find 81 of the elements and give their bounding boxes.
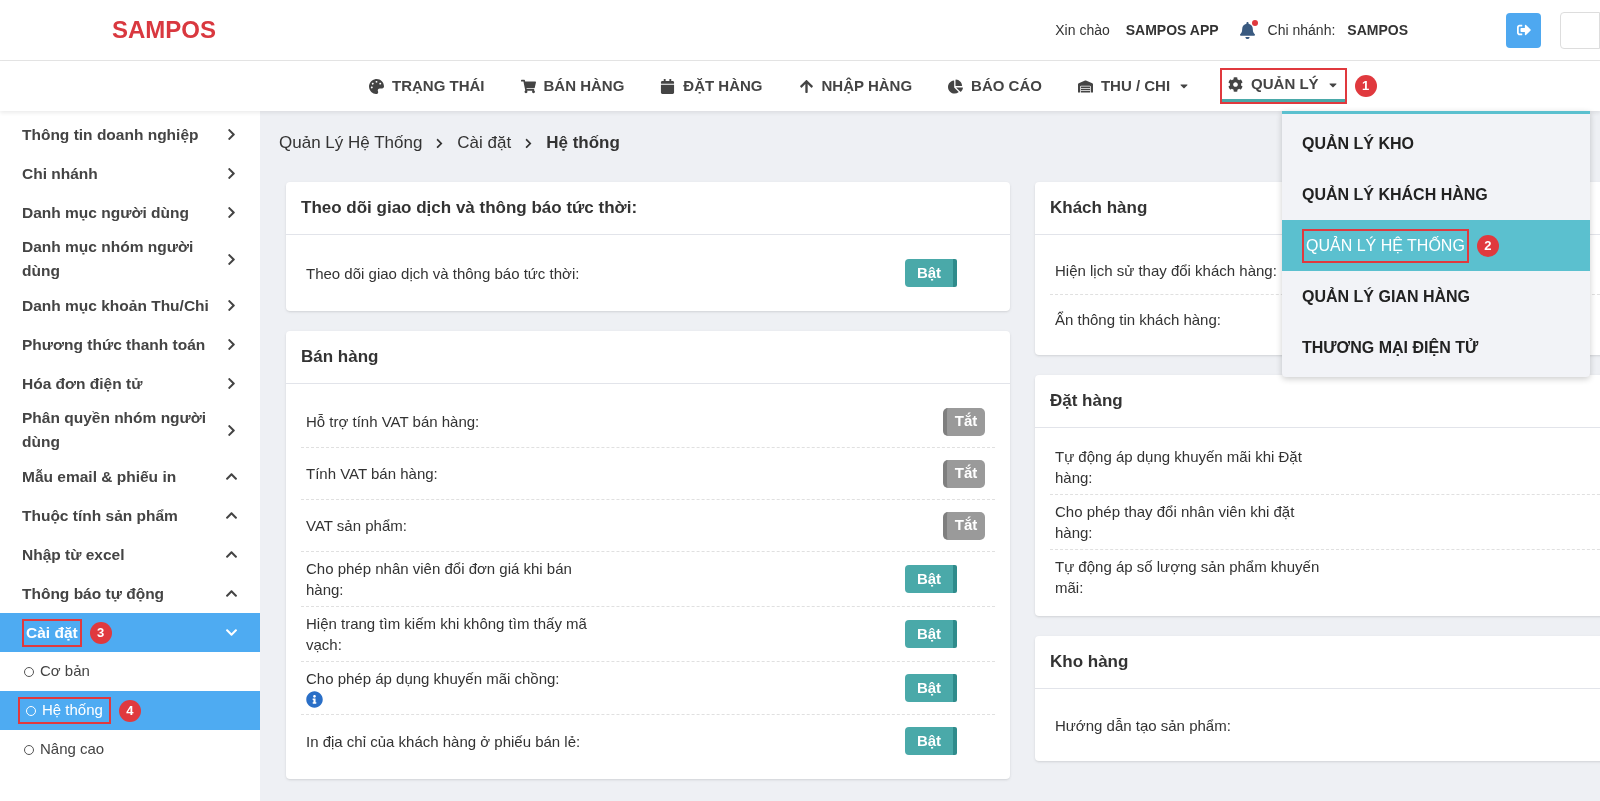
branch-label: Chi nhánh: — [1267, 20, 1336, 40]
calendar-icon — [660, 78, 676, 94]
breadcrumb-item[interactable]: Quản Lý Hệ Thống — [279, 130, 423, 156]
setting-label: Tự động áp số lượng sản phẩm khuyến mãi: — [1054, 557, 1320, 598]
setting-label: Cho phép áp dụng khuyến mãi chồng: — [306, 669, 561, 689]
sidebar-item[interactable]: Thuộc tính sản phẩm — [0, 496, 260, 535]
dropdown-item[interactable]: THƯƠNG MẠI ĐIỆN TỬ — [1282, 322, 1590, 373]
sidebar-item[interactable]: Nhập từ excel — [0, 535, 260, 574]
setting-label: Hỗ trợ tính VAT bán hàng: — [306, 412, 481, 432]
chevron-icon — [225, 587, 238, 600]
pie-chart-icon — [948, 78, 964, 94]
cart-icon — [520, 78, 536, 94]
nav-tab[interactable]: THU / CHI — [1071, 70, 1197, 102]
callout-badge: 4 — [118, 699, 141, 722]
setting-label: Ẩn thông tin khách hàng: — [1054, 309, 1222, 330]
chevron-icon — [225, 423, 238, 437]
breadcrumb-item: Hệ thống — [546, 132, 620, 155]
card-title: Bán hàng — [286, 331, 1010, 384]
setting-label: Hiện trang tìm kiếm khi không tìm thấy mã vạch: — [306, 614, 588, 655]
chevron-icon — [225, 470, 238, 483]
dropdown-item[interactable]: QUẢN LÝ GIAN HÀNG — [1282, 271, 1590, 322]
gear-icon — [1228, 77, 1244, 92]
dropdown-item[interactable]: QUẢN LÝ KHO — [1282, 118, 1590, 169]
nav-tab[interactable]: TRẠNG THÁI — [363, 70, 491, 102]
sidebar-item[interactable]: Danh mục người dùng — [0, 193, 260, 232]
logout-button[interactable] — [1506, 12, 1541, 48]
setting-label: Cho phép nhân viên đổi đơn giá khi bán hàng: — [306, 559, 573, 600]
sidebar-item[interactable]: Phương thức thanh toán — [0, 325, 260, 364]
chevron-icon — [225, 206, 238, 219]
setting-label: Theo dõi giao dịch và thông báo tức thời: — [306, 263, 581, 284]
sidebar-subitem[interactable]: Hệ thống 4 — [0, 691, 260, 730]
setting-label: Cho phép thay đổi nhân viên khi đặt hàng: — [1054, 502, 1296, 543]
dropdown-item[interactable]: QUẢN LÝ HỆ THỐNG 2 — [1282, 220, 1590, 271]
nav-tab[interactable]: ĐẶT HÀNG — [654, 70, 769, 102]
chevron-icon — [225, 548, 238, 561]
chevron-icon — [225, 338, 238, 351]
sidebar-item[interactable]: Thông báo tự động — [0, 574, 260, 613]
callout-badge: 3 — [89, 621, 112, 644]
setting-label: Hướng dẫn tạo sản phẩm: — [1054, 715, 1232, 736]
info-icon[interactable] — [306, 691, 323, 708]
chevron-icon — [225, 128, 238, 141]
nav-tab[interactable]: BÁN HÀNG — [514, 70, 631, 102]
chevron-icon — [225, 252, 238, 266]
sidebar-subitem[interactable]: Nâng cao — [0, 730, 260, 769]
palette-icon — [369, 78, 384, 94]
breadcrumb-item[interactable]: Cài đặt — [457, 130, 512, 156]
sidebar-item[interactable]: Mẫu email & phiếu in — [0, 457, 260, 496]
sidebar-subitem[interactable]: Cơ bản — [0, 652, 260, 691]
sidebar-item[interactable]: Thông tin doanh nghiệp — [0, 115, 260, 154]
setting-label: Tính VAT bán hàng: — [306, 464, 439, 484]
setting-label: In địa chỉ của khách hàng ở phiếu bán lẻ: — [306, 731, 582, 752]
sidebar-item[interactable]: Danh mục nhóm người dùng — [0, 232, 260, 286]
sidebar-item[interactable]: Chi nhánh — [0, 154, 260, 193]
chevron-icon — [225, 167, 238, 180]
nav-tab[interactable]: QUẢN LÝ — [1222, 70, 1345, 102]
logo: SAMPOS — [112, 15, 216, 45]
branch-name: SAMPOS — [1347, 20, 1408, 40]
sidebar-item[interactable]: Phân quyền nhóm người dùng — [0, 403, 260, 457]
callout-badge: 2 — [1476, 234, 1499, 257]
up-arrow-icon — [798, 78, 814, 94]
greeting-text: Xin chào — [1055, 20, 1110, 40]
callout-badge: 1 — [1354, 75, 1377, 97]
sidebar-item[interactable]: Danh mục khoản Thu/Chi — [0, 286, 260, 325]
setting-label: Hiện lịch sử thay đổi khách hàng: — [1054, 261, 1278, 281]
chevron-icon — [225, 509, 238, 522]
dropdown-item[interactable]: QUẢN LÝ KHÁCH HÀNG — [1282, 169, 1590, 220]
sidebar-item[interactable]: Hóa đơn điện tử — [0, 364, 260, 403]
warehouse-icon — [1077, 78, 1093, 94]
nav-tab[interactable]: BÁO CÁO — [942, 70, 1048, 102]
chevron-icon — [225, 299, 238, 312]
setting-label: VAT sản phẩm: — [306, 516, 408, 536]
chevron-icon — [225, 377, 238, 390]
card-title: Kho hàng — [1035, 636, 1600, 689]
user-name: SAMPOS APP — [1125, 20, 1219, 40]
notification-bell-icon[interactable] — [1238, 21, 1256, 39]
logout-icon — [1516, 23, 1531, 37]
nav-tab[interactable]: NHẬP HÀNG — [792, 70, 919, 102]
sidebar-item[interactable]: Cài đặt 3 — [0, 613, 260, 652]
card-title: Theo dõi giao dịch và thông báo tức thời: — [286, 182, 1010, 235]
setting-label: Tự động áp dụng khuyến mãi khi Đặt hàng: — [1054, 447, 1303, 488]
chevron-icon — [225, 626, 238, 639]
